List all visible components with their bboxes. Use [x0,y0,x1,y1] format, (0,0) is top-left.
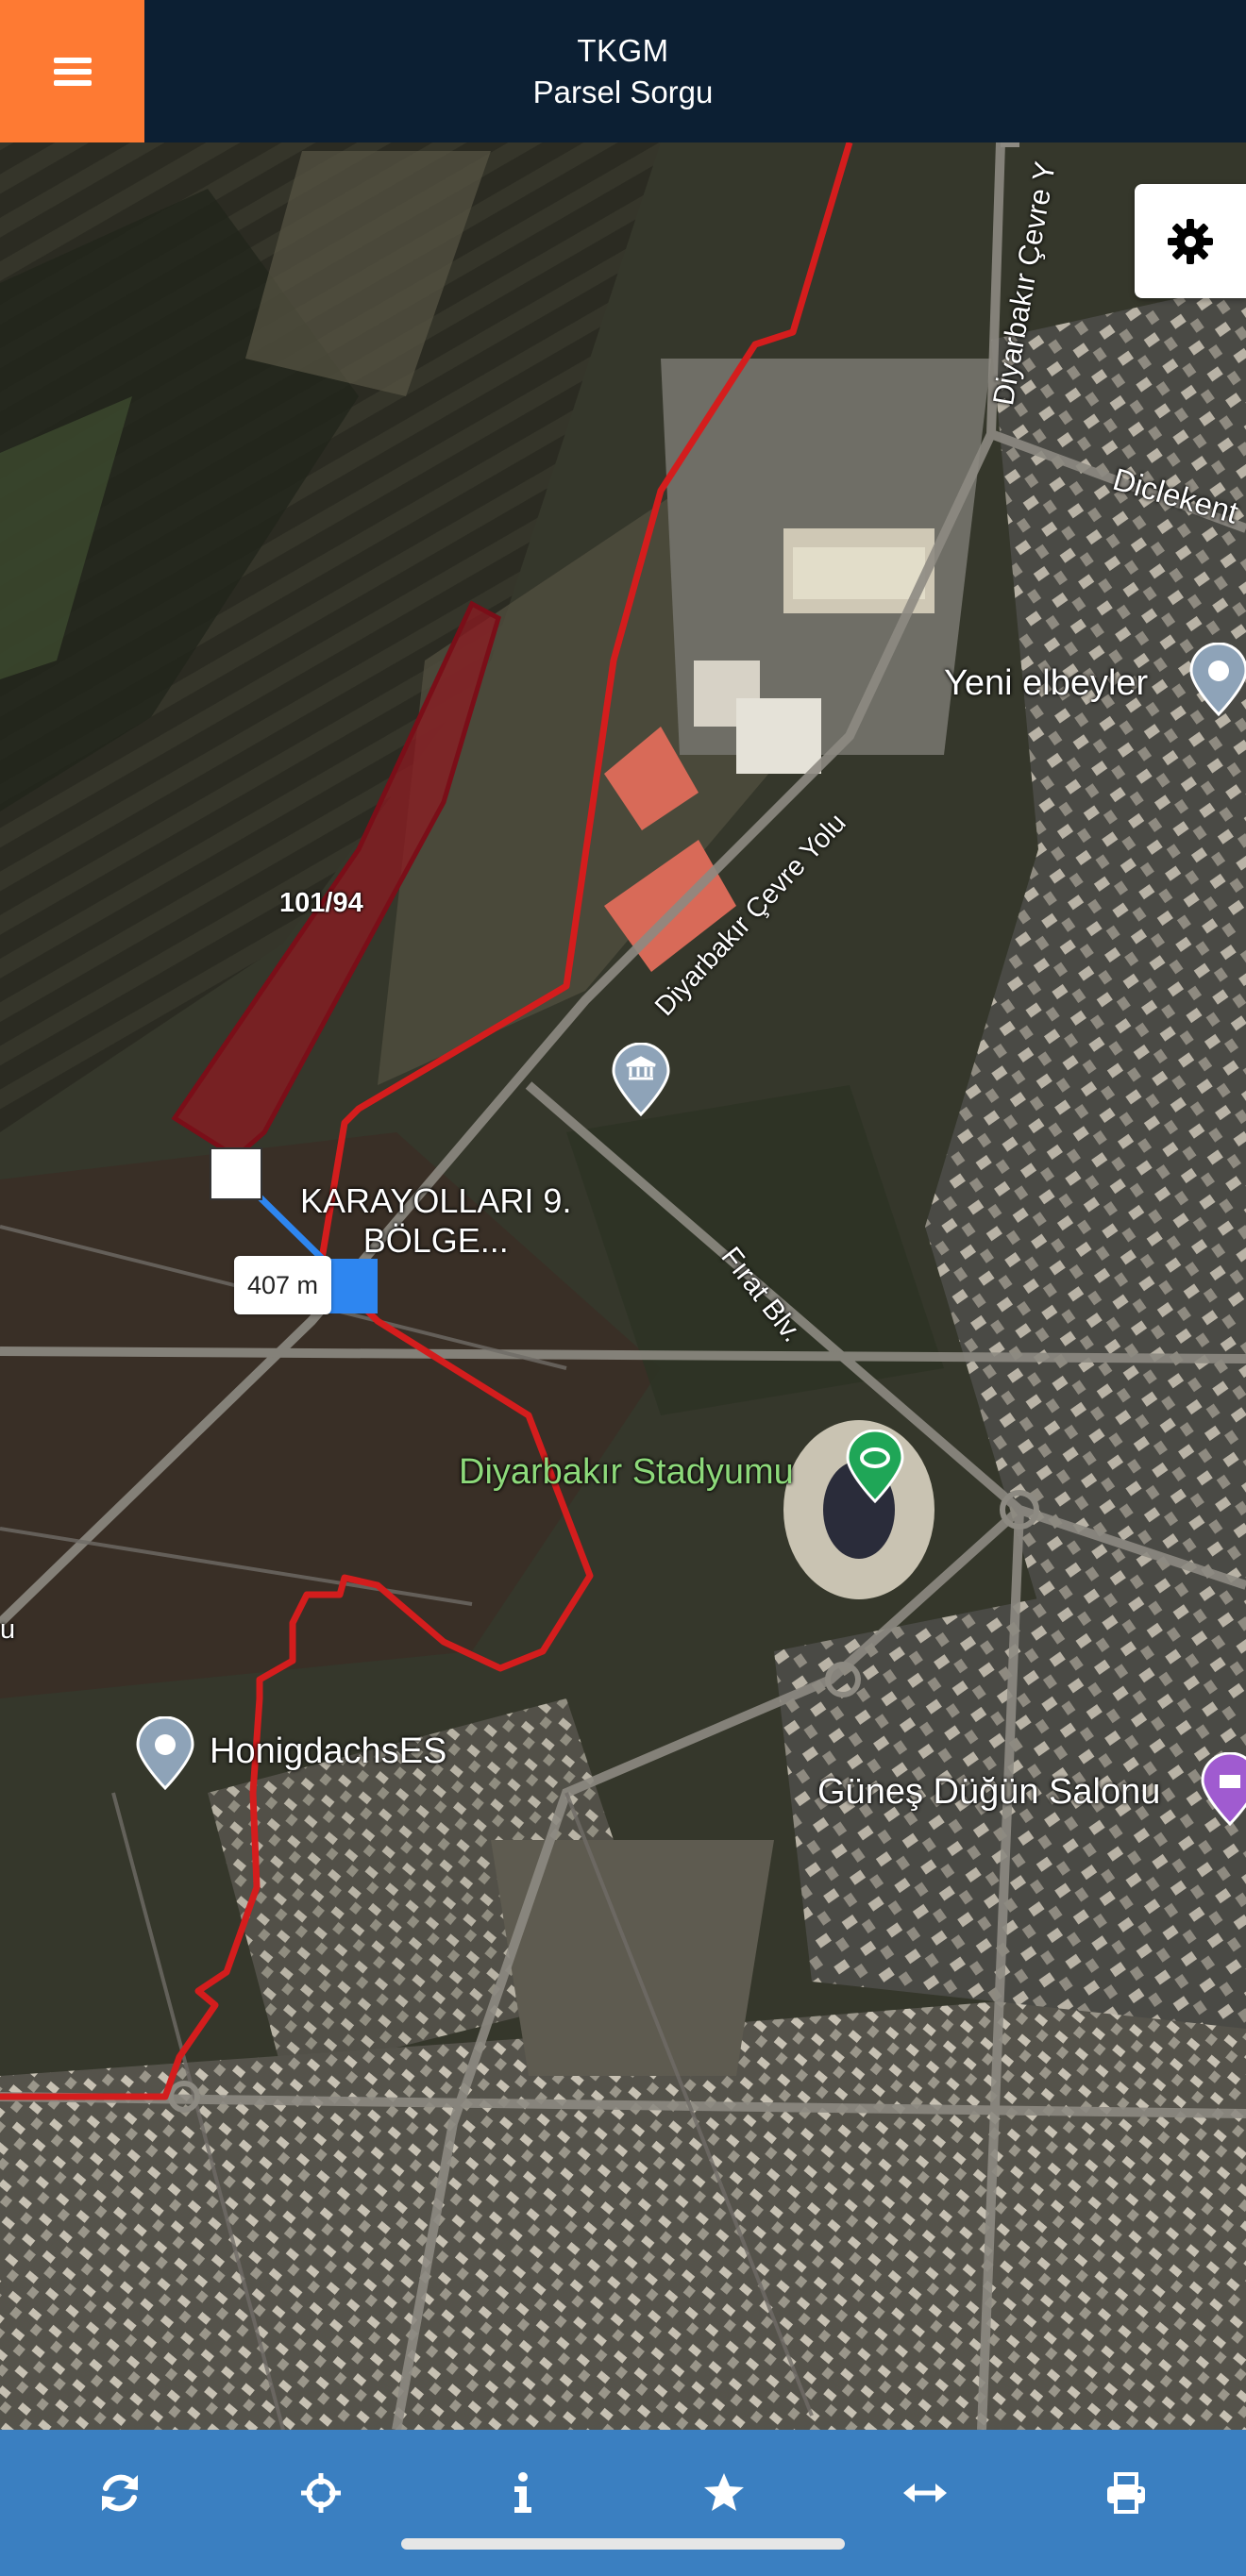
refresh-button[interactable] [73,2446,167,2540]
measure-distance-tooltip: 407 m [234,1256,332,1314]
satellite-map[interactable]: Diyarbakır Çevre Y Diclekent Diyarbakır … [0,142,1246,2430]
favorites-button[interactable] [677,2446,771,2540]
poi-label-honigdachs[interactable]: HonigdachsES [210,1731,446,1772]
poi-label-yeni-elbeyler[interactable]: Yeni elbeyler [944,663,1148,704]
locate-button[interactable] [274,2446,368,2540]
gear-icon [1168,218,1213,264]
bottom-toolbar [0,2430,1246,2576]
settings-button[interactable] [1135,184,1246,298]
crosshair-icon [300,2472,341,2513]
measure-end-handle[interactable] [325,1259,378,1313]
home-indicator [401,2538,845,2550]
header-titles: TKGM Parsel Sorgu [144,0,1246,142]
map-imagery [0,142,1246,2430]
event-venue-pin-icon[interactable] [1199,1752,1246,1826]
info-button[interactable] [475,2446,569,2540]
app-header: TKGM Parsel Sorgu [0,0,1246,142]
app-root: TKGM Parsel Sorgu Diyarbakır Çevre Y Dic… [0,0,1246,2576]
government-pin-icon[interactable] [610,1043,672,1116]
parcel-number-label: 101/94 [279,888,363,918]
poi-label-gunes[interactable]: Güneş Düğün Salonu [817,1772,1160,1813]
print-button[interactable] [1079,2446,1173,2540]
map-pin-icon[interactable] [134,1716,196,1790]
hamburger-menu-icon [53,57,92,86]
poi-label-karayollari[interactable]: KARAYOLLARI 9. BÖLGE... [300,1181,571,1261]
star-icon [703,2472,744,2511]
stadium-pin-icon[interactable] [844,1430,906,1503]
info-icon [514,2471,532,2513]
measure-arrows-icon [902,2483,947,2502]
app-subtitle: Parsel Sorgu [532,74,714,109]
refresh-icon [101,2474,138,2511]
measure-button[interactable] [878,2446,972,2540]
road-label-west-edge: u [0,1614,16,1645]
menu-button[interactable] [0,0,144,142]
map-pin-icon[interactable] [1187,643,1246,716]
measure-start-handle[interactable] [210,1147,262,1200]
print-icon [1107,2471,1146,2514]
app-title: TKGM [577,32,669,68]
poi-label-stadium[interactable]: Diyarbakır Stadyumu [459,1452,794,1493]
